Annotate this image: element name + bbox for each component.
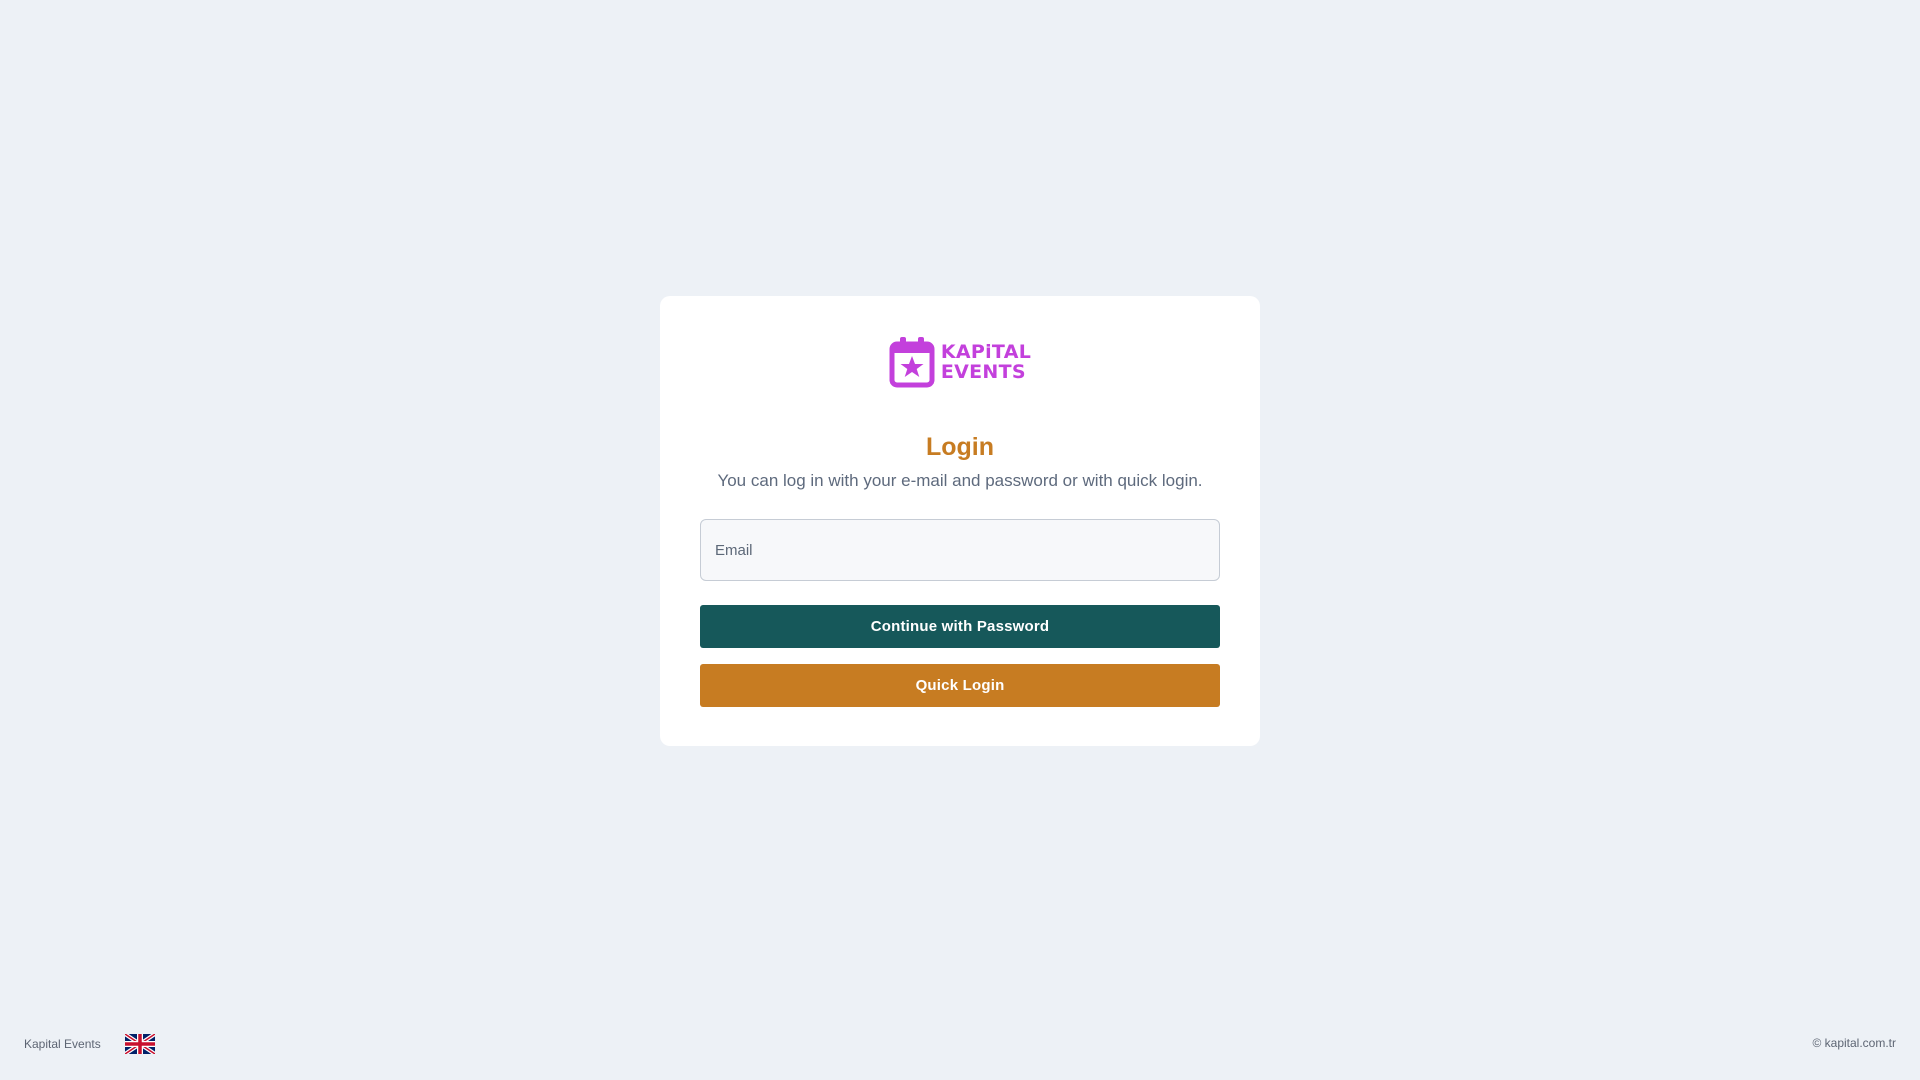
- email-input[interactable]: [715, 541, 1205, 559]
- login-card: KAPiTAL EVENTS Login You can log in with…: [660, 296, 1260, 746]
- uk-flag-icon[interactable]: [124, 1034, 155, 1054]
- footer-left: Kapital Events: [24, 1034, 155, 1054]
- calendar-star-icon: [889, 337, 935, 388]
- footer-brand: Kapital Events: [24, 1037, 101, 1051]
- logo-line-2: EVENTS: [940, 361, 1026, 383]
- email-field[interactable]: [700, 519, 1220, 581]
- login-page: KAPiTAL EVENTS Login You can log in with…: [0, 0, 1920, 1080]
- logo-line-1: KAPiTAL: [940, 341, 1032, 363]
- continue-with-password-button[interactable]: Continue with Password: [700, 605, 1220, 648]
- login-subtitle: You can log in with your e-mail and pass…: [717, 471, 1203, 490]
- page-title: Login: [925, 433, 995, 461]
- quick-login-button[interactable]: Quick Login: [700, 664, 1220, 707]
- logo-wordmark: KAPiTAL EVENTS: [941, 342, 1031, 382]
- kapital-events-logo: KAPiTAL EVENTS: [700, 336, 1220, 388]
- copyright: © kapital.com.tr: [1812, 1036, 1896, 1050]
